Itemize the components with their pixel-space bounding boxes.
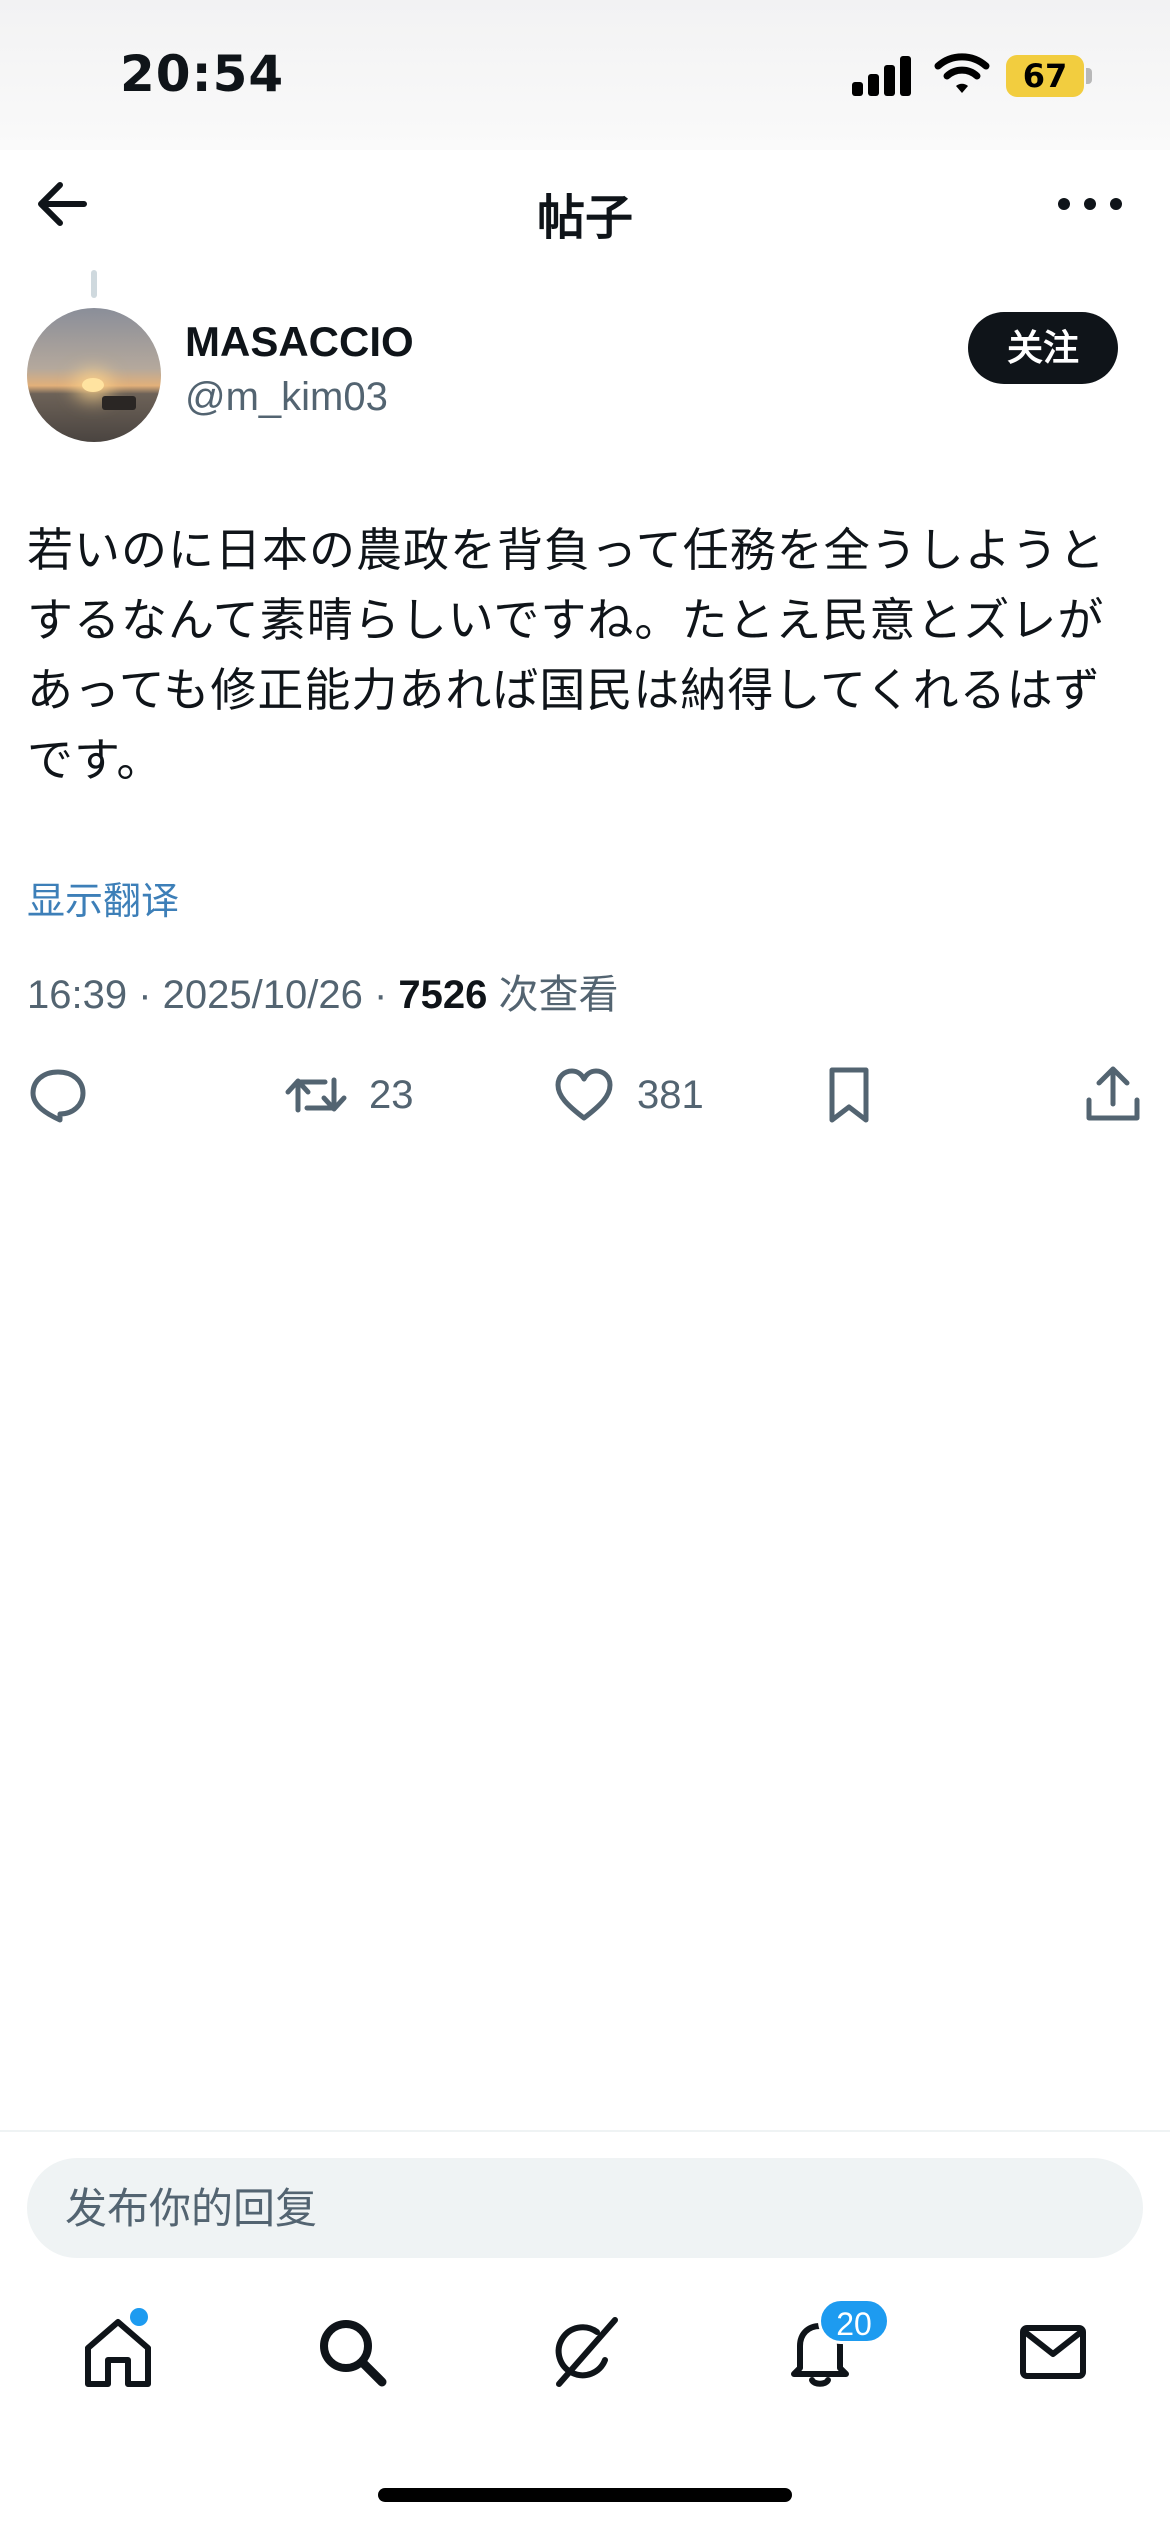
nav-header: 帖子 xyxy=(0,150,1170,265)
notification-badge: 20 xyxy=(818,2298,890,2344)
share-button[interactable] xyxy=(1082,1060,1144,1130)
post-time: 16:39 xyxy=(27,973,128,1017)
reply-icon xyxy=(30,1069,86,1123)
tab-messages[interactable] xyxy=(1013,2312,1093,2392)
retweet-icon xyxy=(285,1077,347,1113)
reply-input[interactable] xyxy=(27,2158,1143,2258)
post-meta: 16:39 · 2025/10/26 · 7526 次查看 xyxy=(27,973,619,1017)
battery-icon: 67 xyxy=(1006,55,1092,97)
status-time: 20:54 xyxy=(120,45,285,103)
retweet-button[interactable]: 23 xyxy=(285,1060,414,1130)
view-count: 7526 xyxy=(398,973,488,1017)
status-bar: 20:54 67 xyxy=(0,0,1170,150)
follow-button[interactable]: 关注 xyxy=(968,312,1118,384)
tab-grok[interactable] xyxy=(545,2312,625,2392)
mail-icon xyxy=(1020,2325,1086,2379)
tab-bar: 20 xyxy=(0,2290,1170,2420)
home-unread-dot xyxy=(130,2308,148,2326)
display-name[interactable]: MASACCIO xyxy=(185,318,414,366)
page-title: 帖子 xyxy=(536,190,633,246)
home-icon xyxy=(85,2319,151,2387)
like-count: 381 xyxy=(637,1072,704,1117)
bookmark-button[interactable] xyxy=(818,1060,880,1130)
wifi-icon xyxy=(934,53,990,93)
grok-icon xyxy=(555,2317,618,2387)
battery-level: 67 xyxy=(1022,57,1068,95)
avatar[interactable] xyxy=(27,308,161,442)
home-indicator[interactable] xyxy=(378,2488,792,2502)
signal-icon xyxy=(852,56,914,96)
tab-home[interactable] xyxy=(78,2312,158,2392)
share-icon xyxy=(1086,1066,1140,1121)
view-label: 次查看 xyxy=(498,973,619,1017)
bookmark-icon xyxy=(829,1067,869,1123)
user-handle[interactable]: @m_kim03 xyxy=(185,375,388,420)
reply-button[interactable] xyxy=(27,1060,89,1130)
translate-link[interactable]: 显示翻译 xyxy=(27,870,179,925)
like-button[interactable]: 381 xyxy=(553,1060,704,1130)
more-icon[interactable] xyxy=(1050,172,1130,236)
post-date: 2025/10/26 xyxy=(162,973,363,1017)
post-text: 若いのに日本の農政を背負って任務を全うしようとするなんて素晴らしいですね。たとえ… xyxy=(27,523,1106,787)
action-bar: 23 381 xyxy=(0,1060,1170,1140)
retweet-count: 23 xyxy=(369,1072,414,1117)
thread-line xyxy=(91,270,97,298)
divider xyxy=(0,2130,1170,2132)
search-icon xyxy=(320,2320,387,2387)
like-icon xyxy=(555,1068,613,1121)
tab-search[interactable] xyxy=(312,2312,392,2392)
